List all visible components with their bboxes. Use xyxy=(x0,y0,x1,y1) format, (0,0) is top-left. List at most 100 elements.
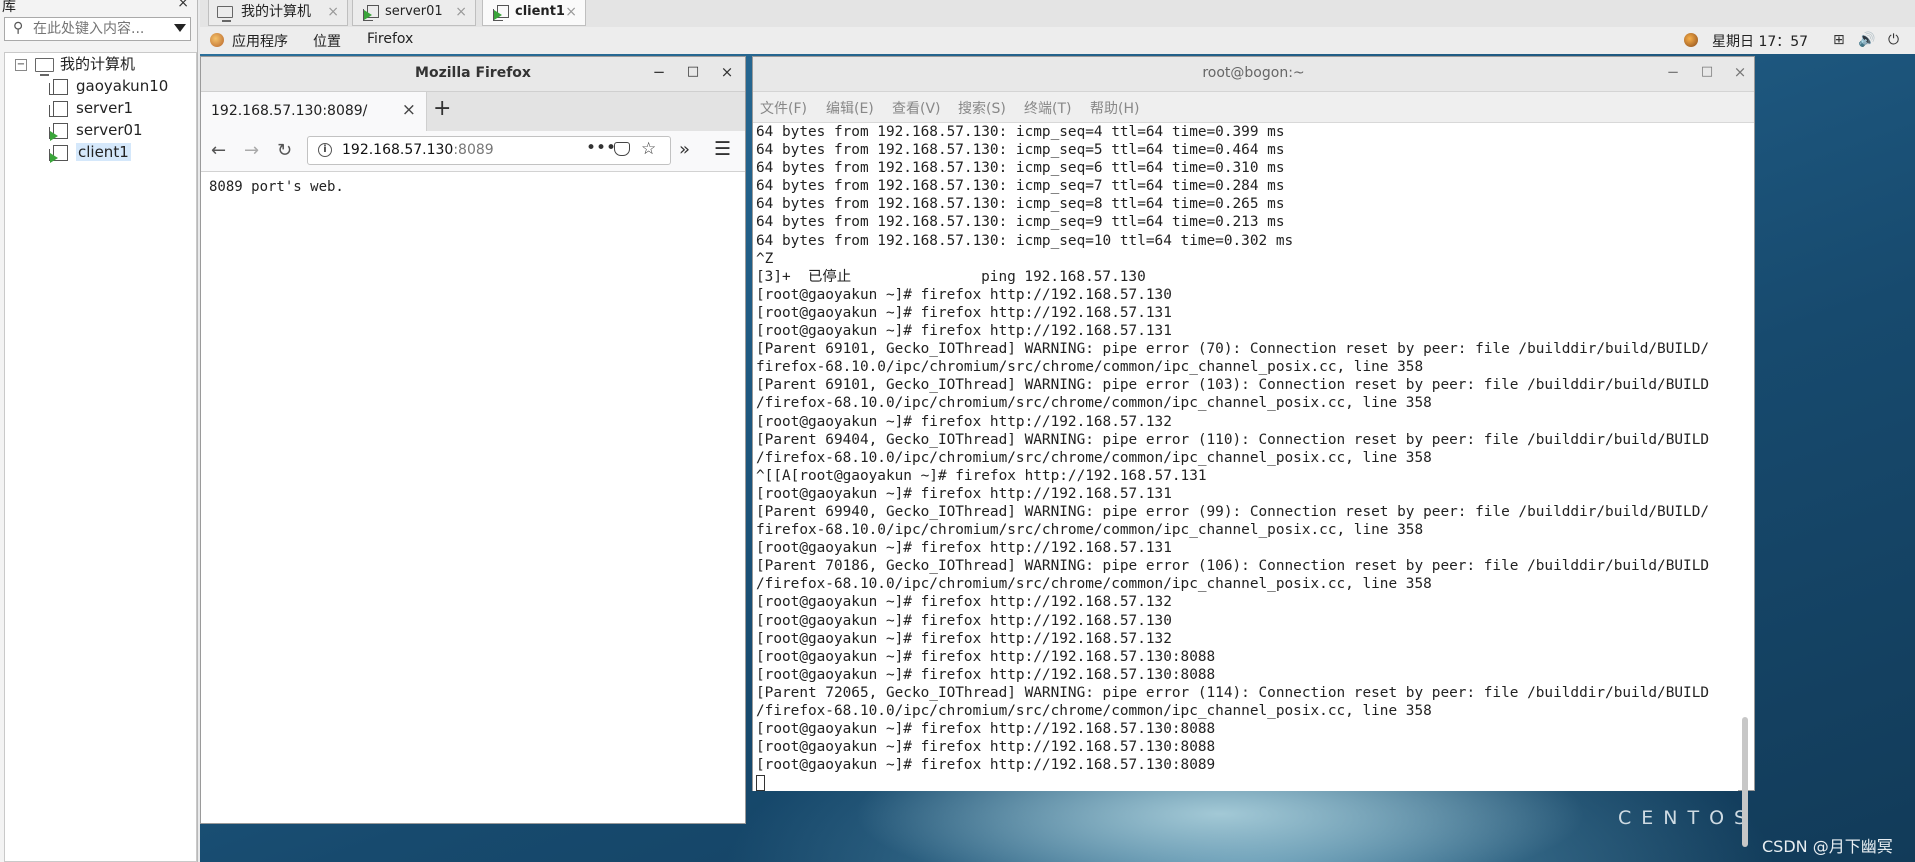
url-text[interactable]: 192.168.57.130:8089 xyxy=(342,142,494,158)
terminal-line: 64 bytes from 192.168.57.130: icmp_seq=8… xyxy=(756,196,1285,213)
menu-file[interactable]: 文件(F) xyxy=(760,98,807,118)
page-actions-icon[interactable]: ••• xyxy=(586,138,616,158)
terminal-line: 64 bytes from 192.168.57.130: icmp_seq=6… xyxy=(756,160,1285,177)
close-icon[interactable]: × xyxy=(402,100,416,120)
menu-search[interactable]: 搜索(S) xyxy=(958,98,1006,118)
menu-edit[interactable]: 编辑(E) xyxy=(826,98,874,118)
terminal-line: [root@gaoyakun ~]# firefox http://192.16… xyxy=(756,304,1172,321)
tab-client1[interactable]: client1 × xyxy=(482,0,586,26)
terminal-lines: 64 bytes from 192.168.57.130: icmp_seq=4… xyxy=(753,123,1738,774)
terminal-line: [Parent 69101, Gecko_IOThread] WARNING: … xyxy=(756,377,1710,394)
terminal-scrollbar[interactable] xyxy=(1742,129,1748,847)
tree-item-label: server1 xyxy=(76,99,134,117)
browser-tab[interactable]: 192.168.57.130:8089/ × xyxy=(201,92,427,131)
library-search-input[interactable] xyxy=(33,20,165,38)
maximize-icon[interactable]: □ xyxy=(683,64,703,79)
terminal-line: ^Z xyxy=(756,250,774,267)
terminal-line: [root@gaoyakun ~]# firefox http://192.16… xyxy=(756,757,1216,774)
search-dropdown-icon[interactable] xyxy=(174,24,186,32)
overflow-chevron-icon[interactable]: » xyxy=(679,139,690,160)
scrollbar-thumb[interactable] xyxy=(1742,717,1748,847)
minimize-icon[interactable]: − xyxy=(649,63,669,81)
clock[interactable]: 星期日 17：57 xyxy=(1712,31,1808,51)
bookmark-star-icon[interactable]: ☆ xyxy=(641,139,656,159)
terminal-titlebar[interactable]: root@bogon:~ − □ × xyxy=(753,57,1754,92)
forward-icon[interactable]: → xyxy=(244,140,259,161)
power-icon[interactable]: ⏻ xyxy=(1888,32,1899,48)
terminal-cursor xyxy=(756,775,765,791)
terminal-line: ^[[A[root@gaoyakun ~]# firefox http://19… xyxy=(756,467,1207,484)
terminal-line: 64 bytes from 192.168.57.130: icmp_seq=7… xyxy=(756,178,1285,195)
url-bar[interactable]: i 192.168.57.130:8089 ••• ☆ xyxy=(307,136,671,165)
url-host: 192.168.57.130 xyxy=(342,142,454,158)
minimize-icon[interactable]: − xyxy=(1663,63,1683,81)
terminal-line: [3]+ 已停止 ping 192.168.57.130 xyxy=(756,268,1146,285)
browser-tab-bar: 192.168.57.130:8089/ × + xyxy=(201,92,745,131)
terminal-line: [Parent 69101, Gecko_IOThread] WARNING: … xyxy=(756,341,1710,358)
terminal-line: [Parent 72065, Gecko_IOThread] WARNING: … xyxy=(756,684,1710,701)
watermark: CSDN @月下幽冥 xyxy=(1762,837,1893,856)
terminal-output[interactable]: 64 bytes from 192.168.57.130: icmp_seq=4… xyxy=(753,123,1738,791)
collapse-icon[interactable]: − xyxy=(15,59,27,71)
menu-view[interactable]: 查看(V) xyxy=(892,98,941,118)
network-icon[interactable]: ⊞ xyxy=(1833,32,1845,48)
vm-running-icon xyxy=(49,122,68,141)
close-icon[interactable]: × xyxy=(565,0,577,24)
terminal-line: [root@gaoyakun ~]# firefox http://192.16… xyxy=(756,540,1172,557)
tab-label: server01 xyxy=(385,4,443,19)
computer-icon xyxy=(217,6,233,22)
reload-icon[interactable]: ↻ xyxy=(277,140,292,161)
library-close-icon[interactable]: × xyxy=(177,0,189,11)
hamburger-menu-icon[interactable]: ☰ xyxy=(714,138,731,160)
library-search-box[interactable]: ⚲ xyxy=(4,17,191,41)
tree-item-vm[interactable]: client1 xyxy=(49,141,131,163)
terminal-line: [root@gaoyakun ~]# firefox http://192.16… xyxy=(756,323,1172,340)
gnome-top-panel: 应用程序 位置 Firefox 星期日 17：57 ⊞ 🔊 ⏻ xyxy=(200,27,1915,55)
new-tab-button[interactable]: + xyxy=(433,96,451,121)
terminal-line: [root@gaoyakun ~]# firefox http://192.16… xyxy=(756,612,1172,629)
tab-my-computer[interactable]: 我的计算机 × xyxy=(208,0,348,26)
browser-nav-bar: ← → ↻ i 192.168.57.130:8089 ••• ☆ » ☰ xyxy=(201,131,745,172)
applications-menu[interactable]: 应用程序 xyxy=(232,31,288,51)
terminal-line: [Parent 69940, Gecko_IOThread] WARNING: … xyxy=(756,503,1710,520)
search-icon: ⚲ xyxy=(13,20,24,36)
vm-running-icon xyxy=(49,144,68,163)
terminal-line: [root@gaoyakun ~]# firefox http://192.16… xyxy=(756,594,1172,611)
close-icon[interactable]: × xyxy=(327,0,339,24)
library-title: 库 xyxy=(2,0,16,15)
firefox-app-menu[interactable]: Firefox xyxy=(367,31,413,47)
library-tree: − 我的计算机 gaoyakun10 server1 server01 clie… xyxy=(4,52,197,862)
close-icon[interactable]: × xyxy=(717,63,737,81)
terminal-line: 64 bytes from 192.168.57.130: icmp_seq=1… xyxy=(756,232,1294,249)
back-icon[interactable]: ← xyxy=(211,140,226,161)
tree-item-label: client1 xyxy=(76,143,131,161)
pocket-icon[interactable] xyxy=(614,142,630,156)
tree-item-vm[interactable]: gaoyakun10 xyxy=(49,75,169,97)
menu-help[interactable]: 帮助(H) xyxy=(1090,98,1139,118)
terminal-line: /firefox-68.10.0/ipc/chromium/src/chrome… xyxy=(756,449,1432,466)
terminal-line: [root@gaoyakun ~]# firefox http://192.16… xyxy=(756,739,1216,756)
menu-terminal[interactable]: 终端(T) xyxy=(1024,98,1071,118)
places-menu[interactable]: 位置 xyxy=(313,31,341,51)
vm-tab-strip: 我的计算机 × server01 × client1 × xyxy=(200,0,1915,28)
vm-icon xyxy=(49,100,68,117)
vm-running-icon xyxy=(493,5,509,21)
firefox-titlebar[interactable]: Mozilla Firefox − □ × xyxy=(201,57,745,92)
tree-item-label: gaoyakun10 xyxy=(76,77,169,95)
maximize-icon[interactable]: □ xyxy=(1697,64,1717,79)
tab-server01[interactable]: server01 × xyxy=(352,0,476,26)
browser-tab-label: 192.168.57.130:8089/ xyxy=(211,103,368,119)
terminal-line: 64 bytes from 192.168.57.130: icmp_seq=4… xyxy=(756,124,1285,140)
tree-item-vm[interactable]: server1 xyxy=(49,97,134,119)
close-icon[interactable]: × xyxy=(455,0,467,24)
close-icon[interactable]: × xyxy=(1730,63,1750,81)
centos-wallpaper-label: CENTOS xyxy=(1618,807,1757,829)
volume-icon[interactable]: 🔊 xyxy=(1858,32,1875,48)
tree-item-vm[interactable]: server01 xyxy=(49,119,143,141)
terminal-line: [root@gaoyakun ~]# firefox http://192.16… xyxy=(756,666,1216,683)
computer-icon xyxy=(35,57,54,76)
vm-running-icon xyxy=(363,5,379,21)
terminal-line: 64 bytes from 192.168.57.130: icmp_seq=5… xyxy=(756,142,1285,159)
terminal-line: [root@gaoyakun ~]# firefox http://192.16… xyxy=(756,648,1216,665)
info-icon[interactable]: i xyxy=(318,143,332,157)
